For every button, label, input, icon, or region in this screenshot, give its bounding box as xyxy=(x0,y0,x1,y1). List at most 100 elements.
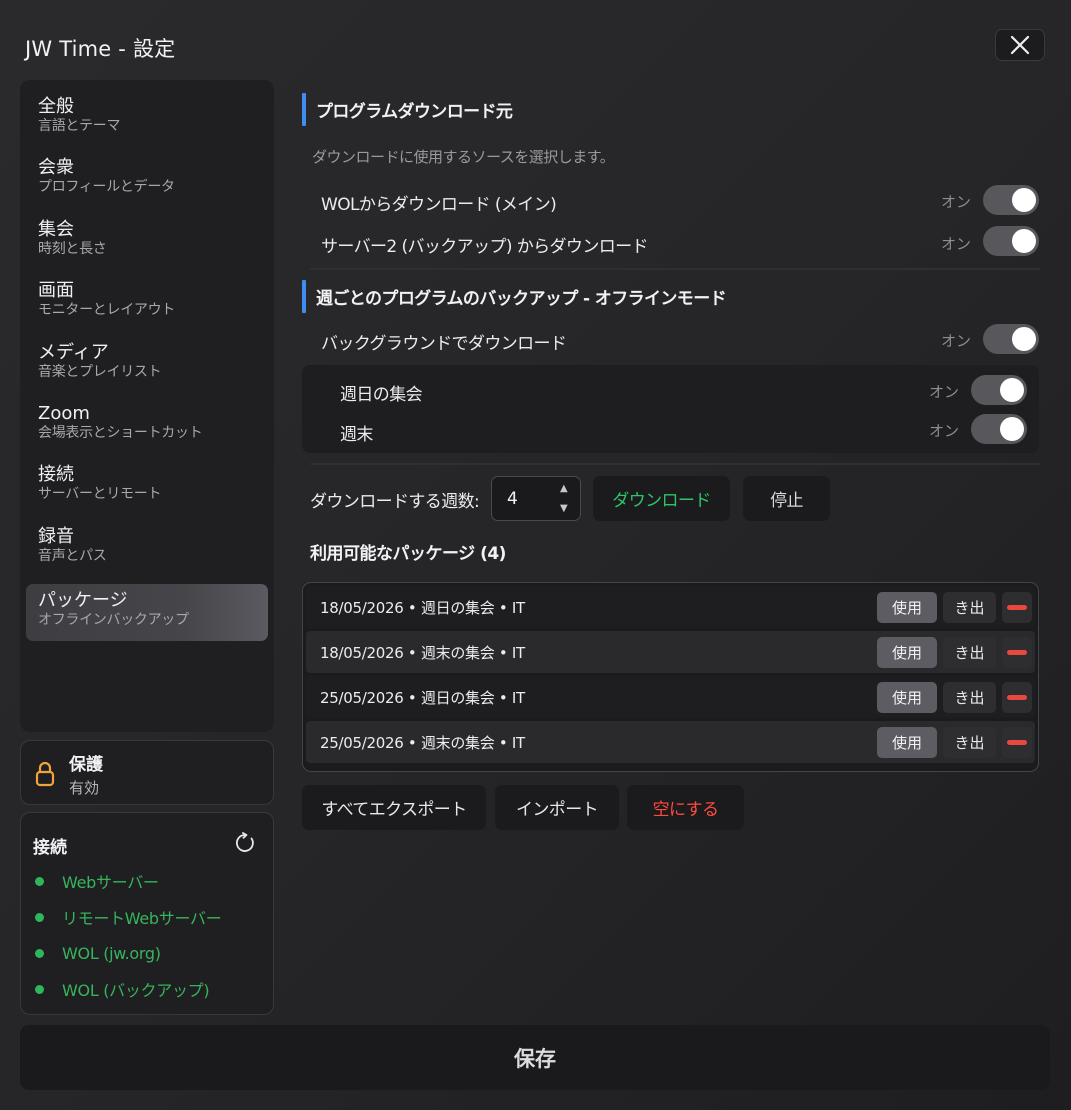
use-button[interactable]: 使用 xyxy=(877,637,937,668)
status-dot xyxy=(35,876,44,886)
toggle-weekday-meeting[interactable] xyxy=(971,375,1027,405)
connection-label: リモートWebサーバー xyxy=(62,909,222,928)
delete-button[interactable] xyxy=(1002,592,1032,623)
delete-button[interactable] xyxy=(1002,637,1032,668)
packages-list: 18/05/2026 • 週日の集会 • IT 使用 き出 18/05/2026… xyxy=(302,582,1039,772)
connection-item-remote-webserver: リモートWebサーバー xyxy=(35,906,222,928)
toggle-knob xyxy=(1012,188,1036,212)
package-label: 25/05/2026 • 週日の集会 • IT xyxy=(320,688,525,707)
sidebar-item-recording[interactable]: 録音 音声とパス xyxy=(26,520,268,581)
status-dot xyxy=(35,984,44,994)
package-label: 18/05/2026 • 週末の集会 • IT xyxy=(320,643,525,662)
export-button[interactable]: き出 xyxy=(943,682,996,713)
divider xyxy=(310,463,1040,465)
sidebar-item-connection[interactable]: 接続 サーバーとリモート xyxy=(26,458,268,519)
delete-button[interactable] xyxy=(1002,682,1032,713)
sidebar-item-meetings[interactable]: 集会 時刻と長さ xyxy=(26,213,268,274)
sidebar-item-title: Zoom xyxy=(38,402,90,424)
table-row: 18/05/2026 • 週日の集会 • IT 使用 き出 xyxy=(306,586,1035,628)
sidebar-item-subtitle: サーバーとリモート xyxy=(38,486,162,503)
sidebar-item-subtitle: プロフィールとデータ xyxy=(38,179,175,196)
lock-icon xyxy=(35,761,55,787)
save-button[interactable]: 保存 xyxy=(20,1025,1050,1090)
table-row: 18/05/2026 • 週末の集会 • IT 使用 き出 xyxy=(306,631,1035,673)
sidebar-item-title: パッケージ xyxy=(38,590,128,612)
option-label-server2: サーバー2 (バックアップ) からダウンロード xyxy=(321,237,649,257)
option-label-weekend: 週末 xyxy=(340,425,373,445)
connection-item-webserver: Webサーバー xyxy=(35,870,159,892)
status-dot xyxy=(35,912,44,922)
toggle-state-label: オン xyxy=(941,235,972,253)
import-button[interactable]: インポート xyxy=(495,785,619,830)
sidebar-item-title: 接続 xyxy=(38,464,74,486)
connection-title: 接続 xyxy=(33,838,67,858)
sidebar-item-title: 録音 xyxy=(38,525,74,547)
toggle-server2[interactable] xyxy=(983,226,1039,256)
section-title: プログラムダウンロード元 xyxy=(316,102,513,122)
table-row: 25/05/2026 • 週日の集会 • IT 使用 き出 xyxy=(306,676,1035,718)
stepper-down-icon[interactable]: ▼ xyxy=(560,503,568,514)
toggle-wol[interactable] xyxy=(983,185,1039,215)
option-label-background: バックグラウンドでダウンロード xyxy=(321,334,567,354)
sidebar-item-subtitle: 時刻と長さ xyxy=(38,240,107,257)
connection-item-wol-jworg: WOL (jw.org) xyxy=(35,942,161,964)
package-label: 18/05/2026 • 週日の集会 • IT xyxy=(320,598,525,617)
section-description: ダウンロードに使用するソースを選択します。 xyxy=(312,148,615,166)
sidebar-item-subtitle: 音楽とプレイリスト xyxy=(38,363,162,380)
sidebar-item-display[interactable]: 画面 モニターとレイアウト xyxy=(26,274,268,335)
minus-icon xyxy=(1007,695,1027,700)
sidebar-item-zoom[interactable]: Zoom 会場表示とショートカット xyxy=(26,397,268,458)
export-button[interactable]: き出 xyxy=(943,727,996,758)
page-title: JW Time - 設定 xyxy=(25,37,176,61)
use-button[interactable]: 使用 xyxy=(877,727,937,758)
export-button[interactable]: き出 xyxy=(943,592,996,623)
section-header-backup: 週ごとのプログラムのバックアップ - オフラインモード xyxy=(302,280,727,313)
protection-title: 保護 xyxy=(69,755,103,775)
packages-title: 利用可能なパッケージ (4) xyxy=(310,544,506,564)
minus-icon xyxy=(1007,740,1027,745)
sidebar-item-subtitle: 音声とパス xyxy=(38,547,107,564)
toggle-knob xyxy=(1000,417,1024,441)
clear-button[interactable]: 空にする xyxy=(627,785,744,830)
download-button[interactable]: ダウンロード xyxy=(593,476,730,521)
use-button[interactable]: 使用 xyxy=(877,682,937,713)
toggle-state-label: オン xyxy=(929,422,960,440)
sidebar-item-title: 集会 xyxy=(38,218,74,240)
sidebar-item-title: 画面 xyxy=(38,280,74,302)
table-row: 25/05/2026 • 週末の集会 • IT 使用 き出 xyxy=(306,721,1035,763)
sidebar-item-title: 全般 xyxy=(38,96,74,117)
weeks-stepper[interactable]: 4 ▲ ▼ xyxy=(491,476,581,521)
minus-icon xyxy=(1007,605,1027,610)
sidebar-item-general[interactable]: 全般 言語とテーマ xyxy=(26,90,268,151)
stepper-up-icon[interactable]: ▲ xyxy=(560,483,568,494)
sidebar-item-title: 会衆 xyxy=(38,157,74,179)
connection-label: Webサーバー xyxy=(62,873,159,892)
sidebar-item-subtitle: 言語とテーマ xyxy=(38,118,121,134)
export-all-button[interactable]: すべてエクスポート xyxy=(302,785,486,830)
connection-label: WOL (jw.org) xyxy=(62,943,161,963)
minus-icon xyxy=(1007,650,1027,655)
refresh-icon[interactable] xyxy=(234,832,256,854)
close-button[interactable] xyxy=(995,29,1045,61)
protection-panel[interactable]: 保護 有効 xyxy=(20,740,274,805)
sidebar-item-media[interactable]: メディア 音楽とプレイリスト xyxy=(26,336,268,397)
section-accent-bar xyxy=(302,280,306,313)
toggle-state-label: オン xyxy=(941,332,972,350)
delete-button[interactable] xyxy=(1002,727,1032,758)
protection-status: 有効 xyxy=(69,779,100,797)
toggle-background-download[interactable] xyxy=(983,324,1039,354)
sidebar-item-packages[interactable]: パッケージ オフラインバックアップ xyxy=(26,584,268,642)
status-dot xyxy=(35,948,44,958)
sidebar-item-title: メディア xyxy=(38,341,109,363)
connection-item-wol-backup: WOL (バックアップ) xyxy=(35,978,210,1000)
toggle-weekend-meeting[interactable] xyxy=(971,414,1027,444)
sidebar-item-congregation[interactable]: 会衆 プロフィールとデータ xyxy=(26,151,268,212)
sidebar: 全般 言語とテーマ 会衆 プロフィールとデータ 集会 時刻と長さ 画面 モニター… xyxy=(20,80,274,732)
sidebar-item-subtitle: モニターとレイアウト xyxy=(38,302,175,319)
section-accent-bar xyxy=(302,93,306,126)
weeks-value: 4 xyxy=(507,489,518,509)
use-button[interactable]: 使用 xyxy=(877,592,937,623)
connection-panel: 接続 Webサーバー リモートWebサーバー WOL (jw.org) WOL … xyxy=(20,812,274,1015)
export-button[interactable]: き出 xyxy=(943,637,996,668)
stop-button[interactable]: 停止 xyxy=(743,476,830,521)
